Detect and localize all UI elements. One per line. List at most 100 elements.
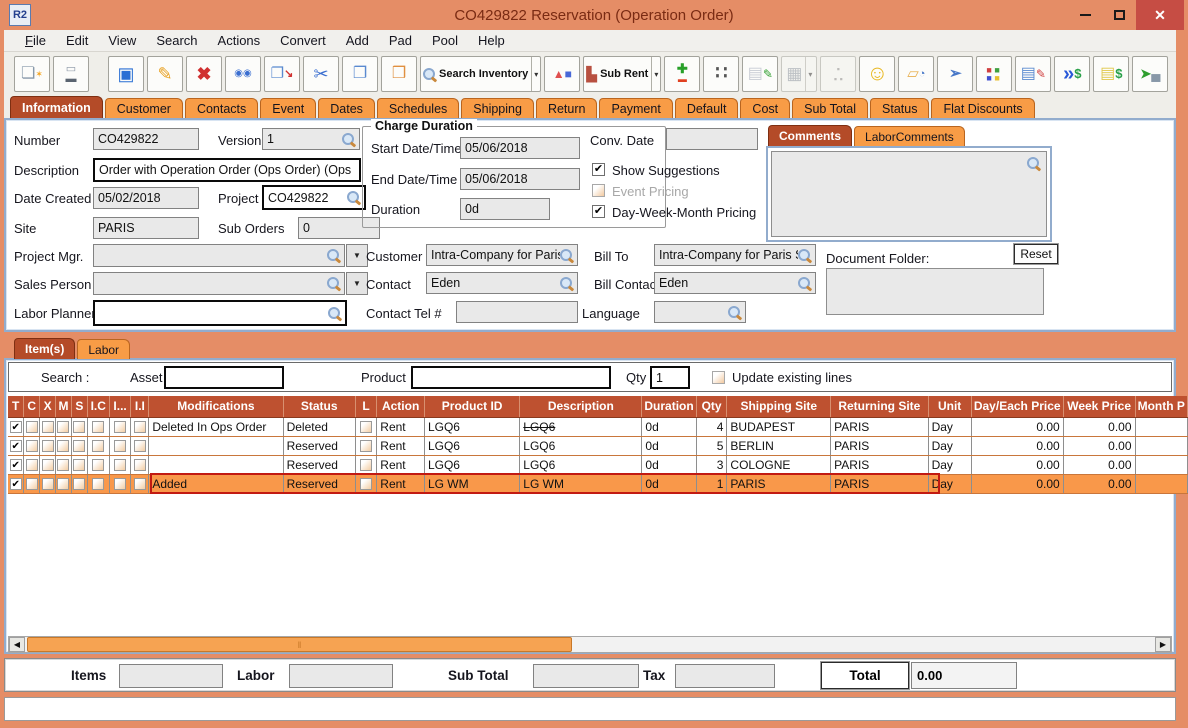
col-header-shipping-site[interactable]: Shipping Site (727, 396, 831, 417)
col-header-qty[interactable]: Qty (696, 396, 727, 417)
row-flag-checkbox[interactable] (92, 478, 104, 490)
menu-actions[interactable]: Actions (209, 31, 270, 50)
row-flag-checkbox[interactable] (26, 421, 38, 433)
row-flag-checkbox[interactable] (73, 459, 85, 471)
row-flag-checkbox[interactable] (114, 478, 126, 490)
row-flag-checkbox[interactable] (57, 459, 69, 471)
project-mgr-dropdown[interactable]: ▼ (346, 244, 368, 267)
save-button[interactable]: ▣ (108, 56, 144, 92)
menu-add[interactable]: Add (337, 31, 378, 50)
row-flag-checkbox[interactable]: ✔ (10, 478, 22, 490)
tab-laborcomments[interactable]: LaborComments (854, 126, 965, 146)
sales-person-dropdown[interactable]: ▼ (346, 272, 368, 295)
inventory-shapes-button[interactable]: ▲■ (544, 56, 580, 92)
menu-convert[interactable]: Convert (271, 31, 335, 50)
search-icon[interactable] (342, 133, 355, 146)
asset-input[interactable] (164, 366, 284, 389)
row-flag-checkbox[interactable] (114, 421, 126, 433)
optimize-button[interactable]: ∷ (703, 56, 739, 92)
day-week-month-checkbox[interactable]: ✔ (592, 205, 605, 218)
menu-pad[interactable]: Pad (380, 31, 421, 50)
row-flag-checkbox[interactable] (134, 421, 146, 433)
row-flag-checkbox[interactable] (73, 440, 85, 452)
chevron-down-icon[interactable]: ▾ (805, 57, 812, 91)
search-icon[interactable] (327, 277, 340, 290)
menu-search[interactable]: Search (147, 31, 206, 50)
bill-to-field[interactable]: Intra-Company for Paris Sh (654, 244, 816, 266)
maximize-button[interactable] (1102, 0, 1136, 30)
cut-button[interactable]: ✂ (303, 56, 339, 92)
grid-row[interactable]: ✔ReservedRentLGQ6LGQ60d3COLOGNEPARISDay0… (8, 455, 1188, 474)
row-l-checkbox[interactable] (360, 478, 372, 490)
menu-help[interactable]: Help (469, 31, 514, 50)
col-header-i-i[interactable]: I.I (131, 396, 149, 417)
row-flag-checkbox[interactable] (134, 440, 146, 452)
grid-row[interactable]: ✔Deleted In Ops OrderDeletedRentLGQ6LGQ6… (8, 417, 1188, 436)
col-header-modifications[interactable]: Modifications (149, 396, 283, 417)
search-icon[interactable] (798, 277, 811, 290)
sub-rent-button[interactable]: ▙Sub Rent▾ (583, 56, 661, 92)
search-icon[interactable] (347, 191, 360, 204)
tab-schedules[interactable]: Schedules (377, 98, 459, 118)
invoice-button[interactable]: ▤$ (1093, 56, 1129, 92)
row-flag-checkbox[interactable] (42, 421, 54, 433)
document-folder-box[interactable] (826, 268, 1044, 315)
col-header-returning-site[interactable]: Returning Site (831, 396, 928, 417)
product-input[interactable] (411, 366, 611, 389)
col-header-action[interactable]: Action (377, 396, 425, 417)
row-flag-checkbox[interactable] (92, 440, 104, 452)
folder-history-button[interactable]: ▱◔ (898, 56, 934, 92)
tab-event[interactable]: Event (260, 98, 316, 118)
contact-tel-field[interactable] (456, 301, 578, 323)
col-header-week-price[interactable]: Week Price (1063, 396, 1135, 417)
tab-comments[interactable]: Comments (768, 125, 852, 146)
tab-item-s[interactable]: Item(s) (14, 338, 75, 359)
tab-default[interactable]: Default (675, 98, 739, 118)
labor-planner-field[interactable] (93, 300, 347, 326)
row-l-checkbox[interactable] (360, 459, 372, 471)
search-icon[interactable] (560, 249, 573, 262)
row-flag-checkbox[interactable] (73, 421, 85, 433)
tab-shipping[interactable]: Shipping (461, 98, 534, 118)
tab-cost[interactable]: Cost (740, 98, 790, 118)
tab-dates[interactable]: Dates (318, 98, 375, 118)
close-button[interactable]: ✕ (1136, 0, 1184, 30)
col-header-x[interactable]: X (40, 396, 56, 417)
menu-file[interactable]: File (16, 31, 55, 50)
project-field[interactable]: CO429822 (262, 185, 366, 210)
row-flag-checkbox[interactable] (134, 478, 146, 490)
menu-edit[interactable]: Edit (57, 31, 97, 50)
notes-button[interactable]: ▤✎ (742, 56, 778, 92)
delete-button[interactable]: ✖ (186, 56, 222, 92)
row-flag-checkbox[interactable]: ✔ (10, 440, 22, 452)
add-line-button[interactable]: ✚▬ (664, 56, 700, 92)
tab-sub-total[interactable]: Sub Total (792, 98, 868, 118)
tab-information[interactable]: Information (10, 96, 103, 118)
tab-status[interactable]: Status (870, 98, 929, 118)
new-document-button[interactable]: ❏✶ (14, 56, 50, 92)
col-header-m[interactable]: M (56, 396, 72, 417)
print-button[interactable]: ▭▬ (53, 56, 89, 92)
minimize-button[interactable] (1068, 0, 1102, 30)
copy-to-ops-button[interactable]: ❐↘ (264, 56, 300, 92)
row-flag-checkbox[interactable] (26, 440, 38, 452)
tab-labor[interactable]: Labor (77, 339, 130, 359)
qty-input[interactable]: 1 (650, 366, 690, 389)
horizontal-scrollbar[interactable]: ◀ ‖ ▶ (8, 636, 1172, 653)
col-header-duration[interactable]: Duration (642, 396, 696, 417)
menu-view[interactable]: View (99, 31, 145, 50)
reset-button[interactable]: Reset (1014, 244, 1058, 264)
grid-row[interactable]: ✔AddedReservedRentLG WMLG WM0d1PARISPARI… (8, 474, 1188, 493)
description-field[interactable]: Order with Operation Order (Ops Order) (… (93, 158, 361, 182)
chevron-down-icon[interactable]: ▾ (651, 57, 658, 91)
language-field[interactable] (654, 301, 746, 323)
search-icon[interactable] (327, 249, 340, 262)
row-flag-checkbox[interactable] (134, 459, 146, 471)
col-header-i[interactable]: I... (109, 396, 131, 417)
row-flag-checkbox[interactable] (73, 478, 85, 490)
search-icon[interactable] (728, 306, 741, 319)
show-suggestions-checkbox[interactable]: ✔ (592, 163, 605, 176)
scroll-left-button[interactable]: ◀ (9, 637, 25, 652)
tab-payment[interactable]: Payment (599, 98, 672, 118)
pad-button[interactable]: ➢ (937, 56, 973, 92)
